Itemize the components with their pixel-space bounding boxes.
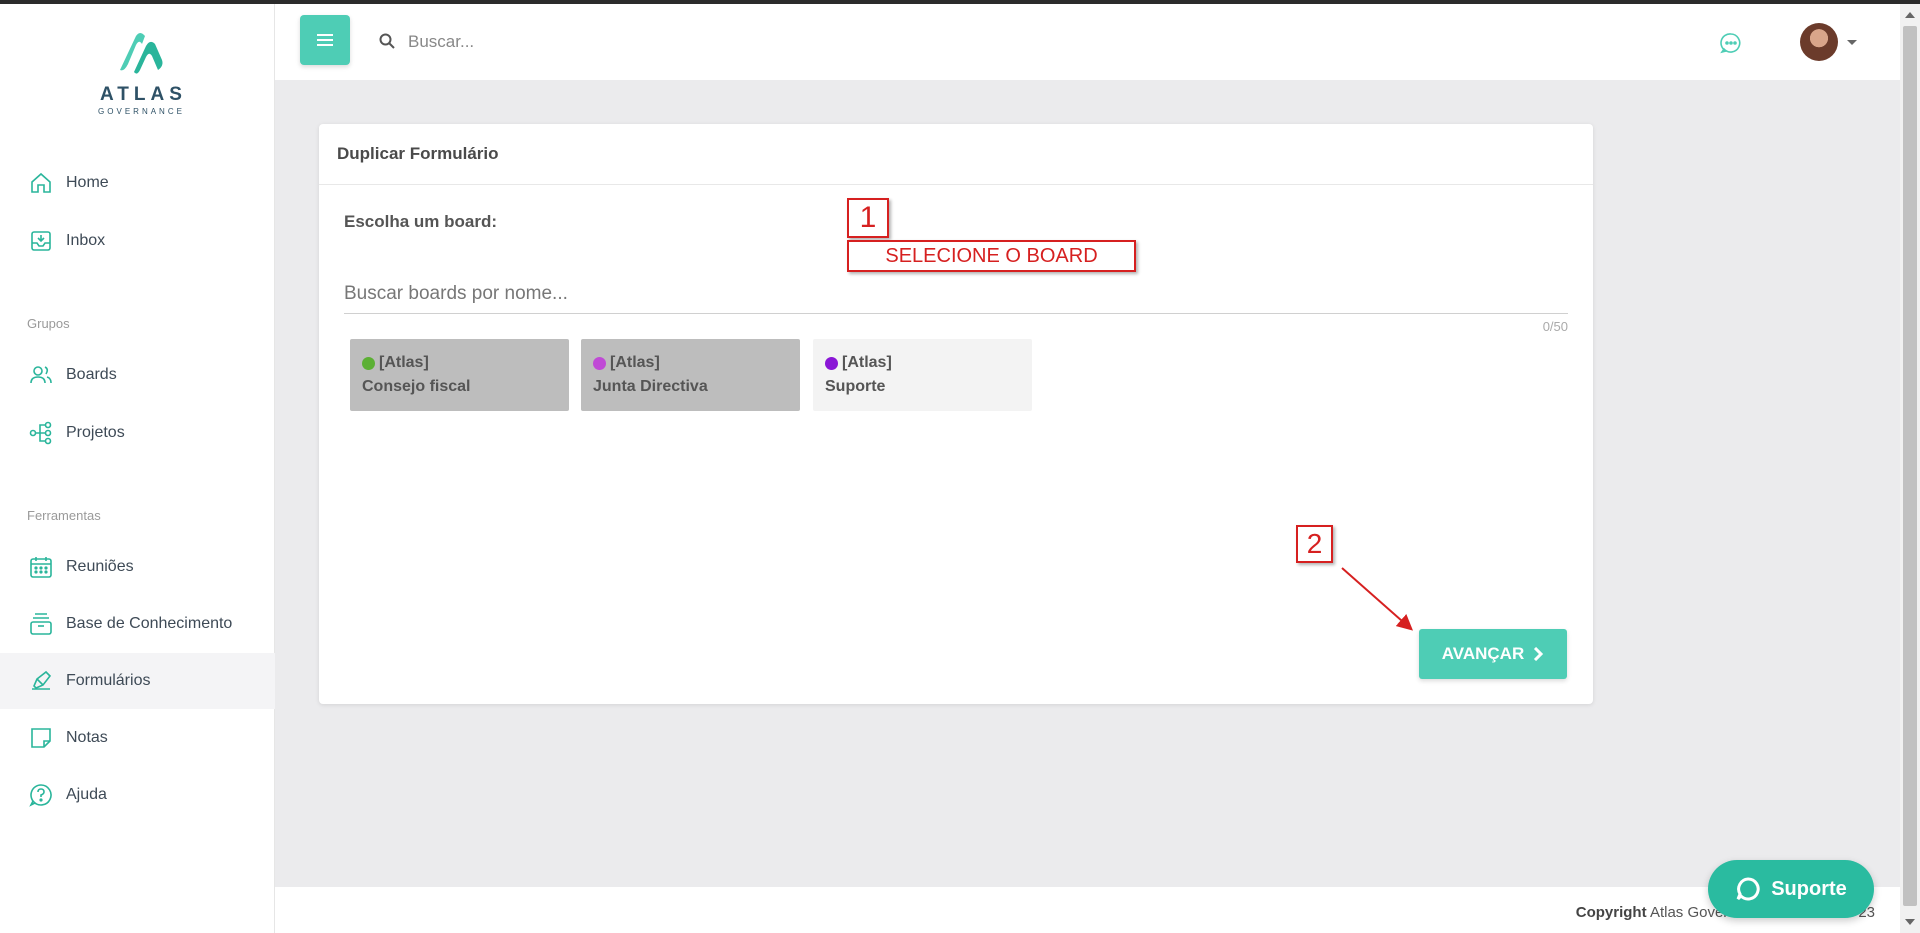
sidebar-item-label: Inbox xyxy=(66,232,106,249)
sidebar-item-label: Projetos xyxy=(66,424,125,441)
sidebar-item-label: Base de Conhecimento xyxy=(66,615,233,632)
card-divider xyxy=(319,184,1593,185)
sidebar-item-label: Reuniões xyxy=(66,558,134,575)
calendar-icon xyxy=(28,554,54,580)
support-label: Suporte xyxy=(1771,877,1847,900)
brand-name: ATLAS xyxy=(100,84,187,105)
top-header xyxy=(275,4,1900,80)
card-title: Duplicar Formulário xyxy=(337,144,499,163)
board-name: Junta Directiva xyxy=(593,378,708,395)
sidebar-item-notas[interactable]: Notas xyxy=(0,710,275,766)
sidebar-item-formularios[interactable]: Formulários xyxy=(0,653,275,709)
sidebar-item-base-de-conhecimento[interactable]: Base de Conhecimento xyxy=(0,596,275,652)
advance-button[interactable]: AVANÇAR xyxy=(1419,629,1567,679)
sidebar-item-label: Ajuda xyxy=(66,786,107,803)
scroll-down-arrow-icon[interactable] xyxy=(1905,919,1915,925)
chevron-right-icon xyxy=(1534,647,1544,661)
form-pen-icon xyxy=(28,668,54,694)
board-option-suporte[interactable]: [Atlas] Suporte xyxy=(813,339,1032,411)
sidebar-item-inbox[interactable]: Inbox xyxy=(0,213,275,269)
chevron-down-icon[interactable] xyxy=(1847,40,1857,45)
section-label-tools: Ferramentas xyxy=(27,508,101,523)
home-icon xyxy=(28,170,54,196)
search-icon xyxy=(379,33,395,54)
section-label-groups: Grupos xyxy=(27,316,70,331)
hamburger-icon xyxy=(317,34,333,46)
archive-icon xyxy=(28,611,54,637)
chat-bubble-icon xyxy=(1736,877,1760,901)
sidebar-item-label: Home xyxy=(66,174,109,191)
sidebar-item-label: Notas xyxy=(66,729,108,746)
project-tree-icon xyxy=(28,420,54,446)
board-tag: [Atlas] xyxy=(610,354,660,371)
user-avatar[interactable] xyxy=(1800,23,1838,61)
annotation-arrow xyxy=(1341,567,1413,631)
annotation-step-1-text: SELECIONE O BOARD xyxy=(847,240,1136,272)
menu-toggle-button[interactable] xyxy=(300,15,350,65)
sidebar-item-home[interactable]: Home xyxy=(0,155,275,211)
window-top-border xyxy=(0,0,1920,4)
choose-board-label: Escolha um board: xyxy=(344,212,498,231)
users-icon xyxy=(28,362,54,388)
sidebar-item-reunioes[interactable]: Reuniões xyxy=(0,539,275,595)
scroll-thumb[interactable] xyxy=(1903,26,1917,906)
board-option-junta-directiva[interactable]: [Atlas] Junta Directiva xyxy=(581,339,800,411)
sidebar-item-label: Formulários xyxy=(66,672,151,689)
scroll-up-arrow-icon[interactable] xyxy=(1905,12,1915,18)
sidebar-item-ajuda[interactable]: Ajuda xyxy=(0,767,275,823)
board-option-consejo-fiscal[interactable]: [Atlas] Consejo fiscal xyxy=(350,339,569,411)
sidebar-item-projetos[interactable]: Projetos xyxy=(0,405,275,461)
note-icon xyxy=(28,725,54,751)
sidebar-item-boards[interactable]: Boards xyxy=(0,347,275,403)
page-scrollbar[interactable] xyxy=(1900,4,1920,933)
page-footer: Copyright Atlas Gover 23 xyxy=(275,887,1900,933)
sidebar-item-label: Boards xyxy=(66,366,117,383)
atlas-logo-icon xyxy=(120,33,163,74)
advance-button-label: AVANÇAR xyxy=(1441,644,1525,663)
global-search-input[interactable] xyxy=(408,28,1008,56)
brand-subtitle: GOVERNANCE xyxy=(98,107,185,116)
chat-icon[interactable] xyxy=(1720,32,1742,59)
status-dot xyxy=(362,356,375,370)
board-tag: [Atlas] xyxy=(379,354,429,371)
inbox-icon xyxy=(28,228,54,254)
board-search-input[interactable] xyxy=(344,274,1568,314)
status-dot xyxy=(825,356,838,370)
annotation-step-1-number: 1 xyxy=(847,198,889,238)
annotation-step-2-number: 2 xyxy=(1296,525,1333,563)
help-icon xyxy=(28,782,54,808)
board-name: Consejo fiscal xyxy=(362,378,471,395)
board-tag: [Atlas] xyxy=(842,354,892,371)
atlas-logo[interactable]: ATLAS GOVERNANCE xyxy=(95,30,185,116)
status-dot xyxy=(593,356,606,370)
support-chat-button[interactable]: Suporte xyxy=(1708,860,1874,918)
sidebar: ATLAS GOVERNANCE Home Inbox Grupos Board… xyxy=(0,4,275,933)
char-counter: 0/50 xyxy=(1542,319,1568,334)
board-name: Suporte xyxy=(825,378,886,395)
